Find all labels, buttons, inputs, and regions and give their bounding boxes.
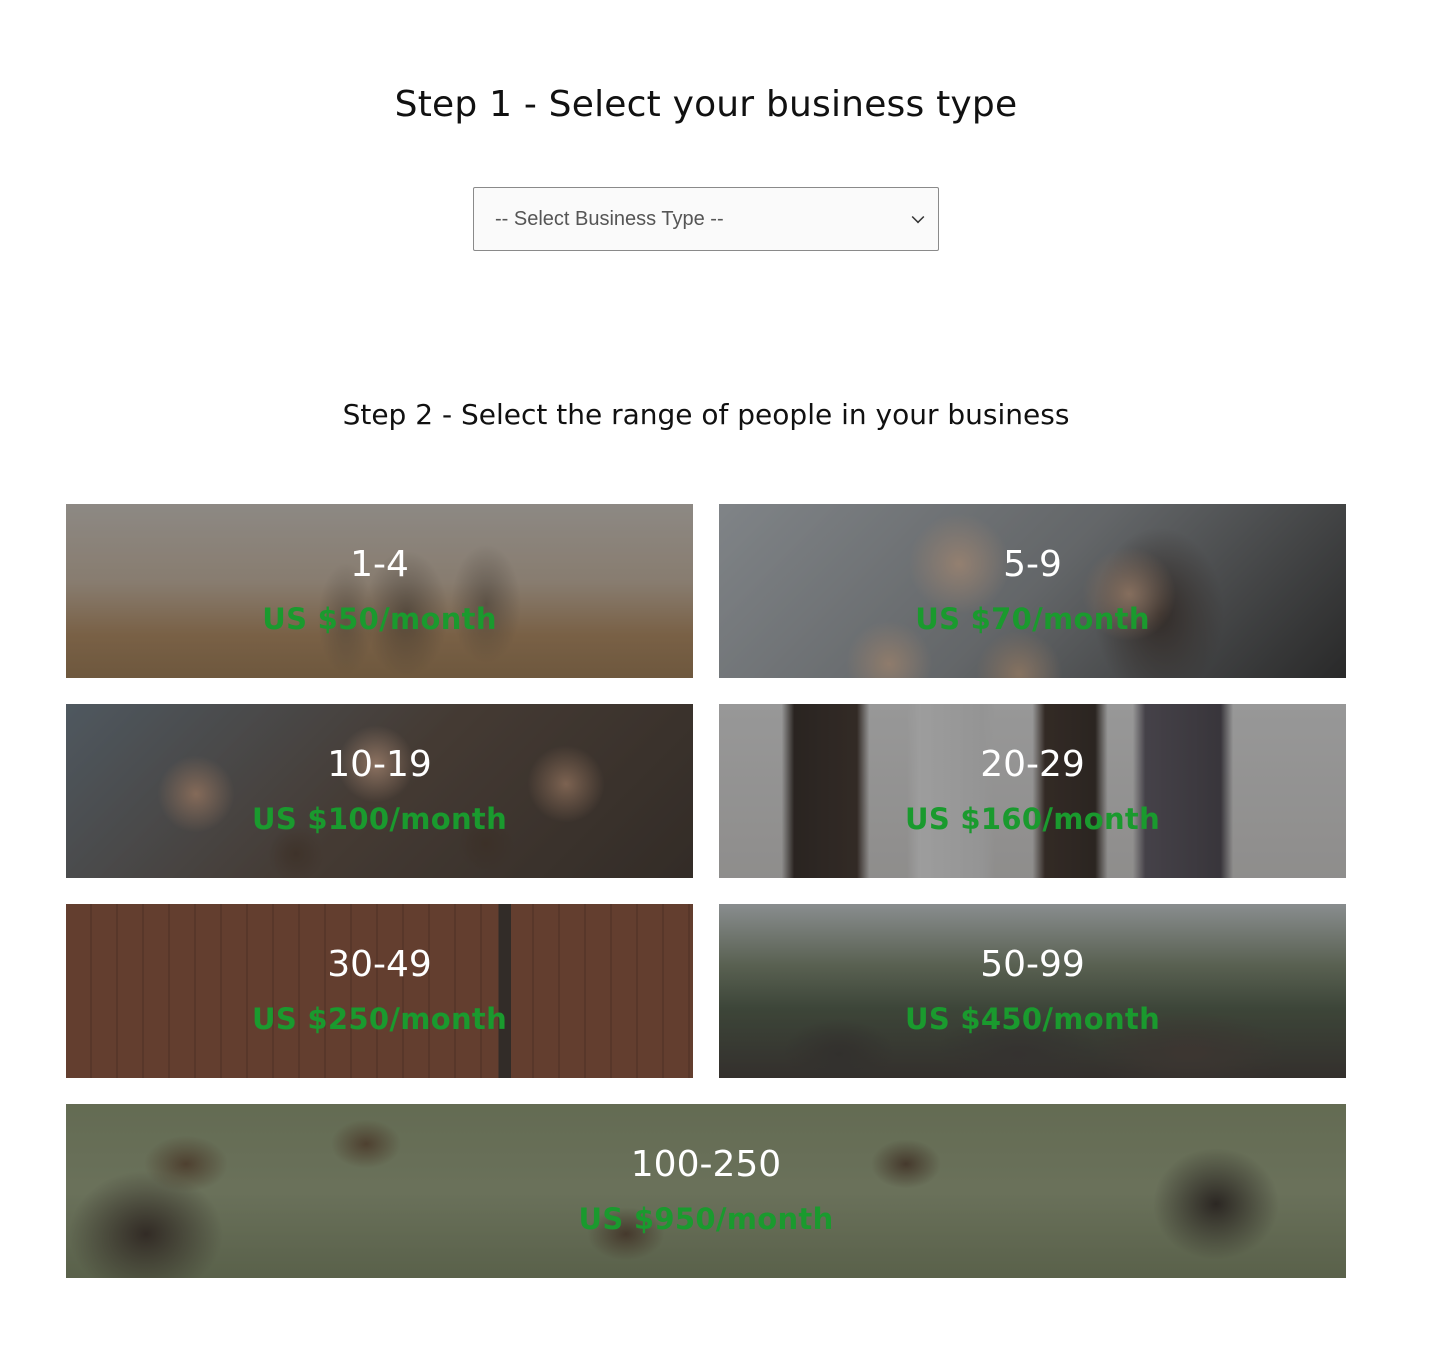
tile-price: US $70/month [915, 602, 1150, 636]
chevron-down-icon [911, 210, 925, 223]
business-type-select[interactable]: -- Select Business Type -- [473, 187, 939, 251]
range-tile-100-250[interactable]: 100-250 US $950/month [66, 1104, 1346, 1278]
range-tile-5-9[interactable]: 5-9 US $70/month [719, 504, 1346, 678]
step1-title: Step 1 - Select your business type [394, 84, 1018, 125]
tile-price: US $50/month [262, 602, 497, 636]
tile-price: US $450/month [904, 1002, 1161, 1036]
tile-range: 100-250 [630, 1144, 782, 1185]
tile-range: 10-19 [327, 744, 432, 785]
range-tile-30-49[interactable]: 30-49 US $250/month [66, 904, 693, 1078]
range-tile-20-29[interactable]: 20-29 US $160/month [719, 704, 1346, 878]
tile-range: 5-9 [1003, 544, 1062, 585]
step2-title: Step 2 - Select the range of people in y… [342, 398, 1070, 431]
tile-range: 30-49 [327, 944, 432, 985]
tile-price: US $160/month [904, 802, 1161, 836]
range-tile-50-99[interactable]: 50-99 US $450/month [719, 904, 1346, 1078]
tile-price: US $250/month [251, 1002, 508, 1036]
tile-price: US $100/month [251, 802, 508, 836]
business-type-select-value: -- Select Business Type -- [495, 207, 724, 230]
tile-range: 1-4 [350, 544, 409, 585]
tile-range: 20-29 [980, 744, 1085, 785]
range-tile-1-4[interactable]: 1-4 US $50/month [66, 504, 693, 678]
tile-range: 50-99 [980, 944, 1085, 985]
tile-price: US $950/month [578, 1202, 834, 1236]
range-tile-10-19[interactable]: 10-19 US $100/month [66, 704, 693, 878]
